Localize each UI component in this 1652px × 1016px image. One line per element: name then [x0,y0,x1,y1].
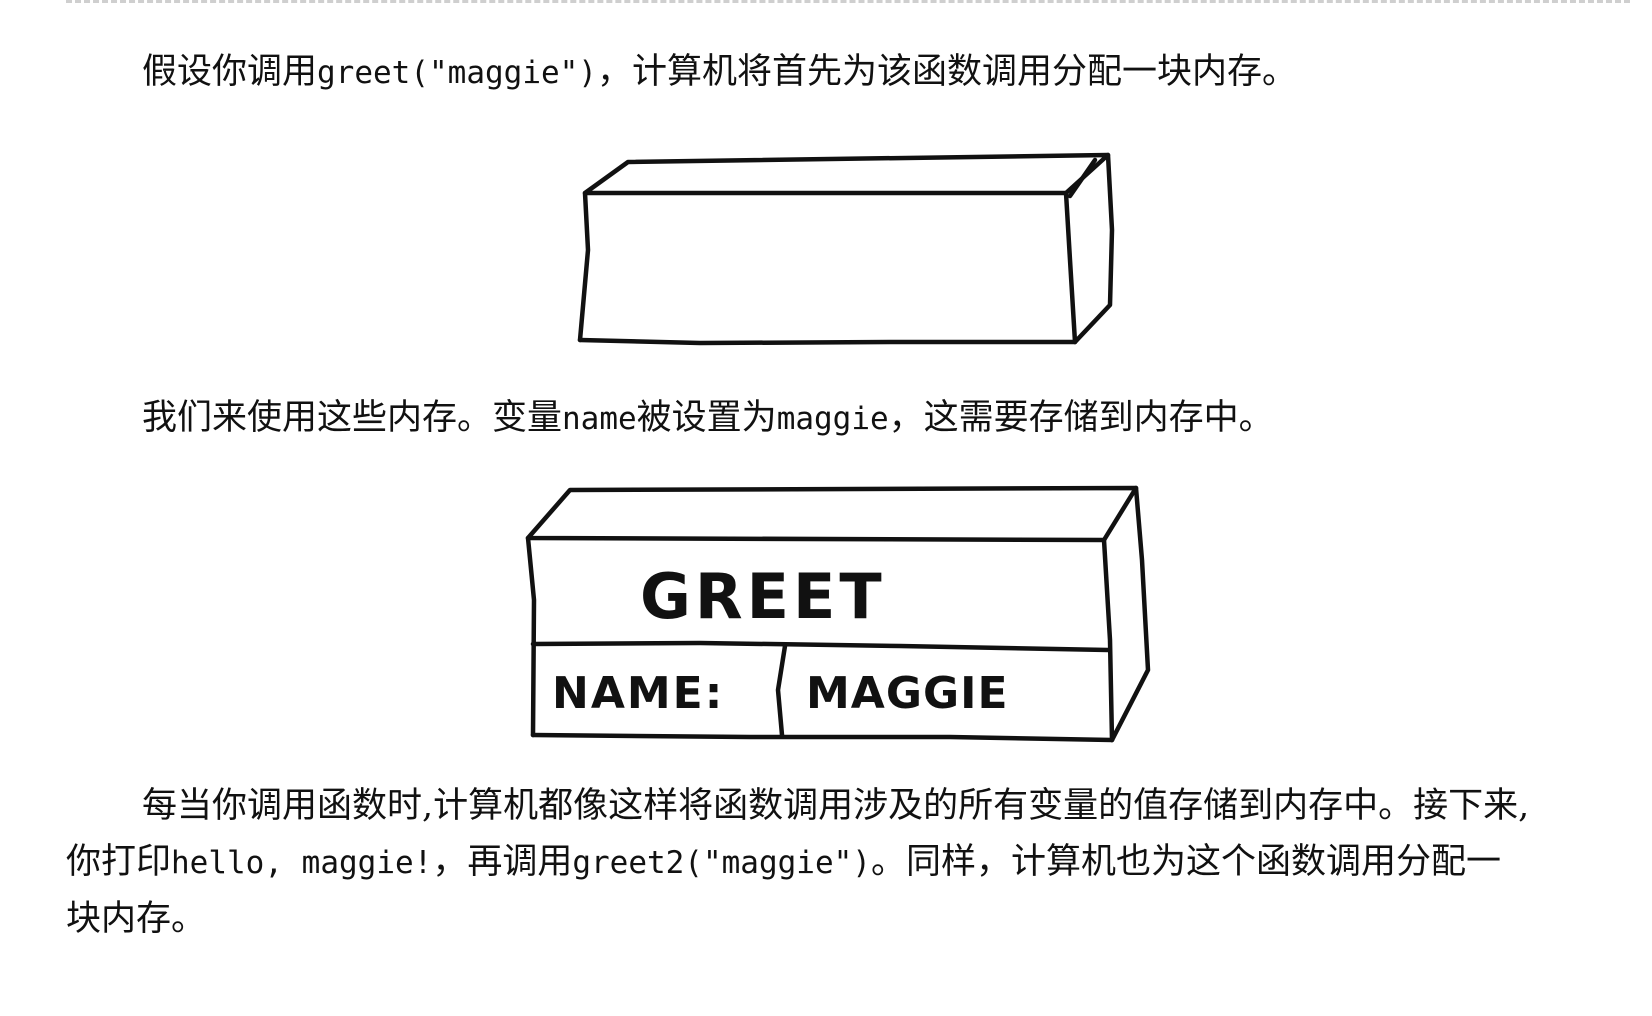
text-segment: 假设你调用 [142,52,318,92]
empty-box-drawing [577,152,1115,346]
text-segment: 。同样，计算机也为这个函数调用分配一 [870,842,1501,882]
paragraph-line-2: 你打印hello, maggie!，再调用greet2("maggie")。同样… [66,834,1626,891]
greet-label: GREET [640,560,886,633]
text-segment: ，计算机将首先为该函数调用分配一块内存。 [596,52,1297,92]
text-segment: 被设置为 [636,398,777,438]
top-dashed-rule [66,0,1630,3]
code-greet2-maggie: greet2("maggie") [572,845,871,881]
paragraph-greet-call: 假设你调用greet("maggie")，计算机将首先为该函数调用分配一块内存。 [142,44,1297,101]
paragraph-line-3: 块内存。 [66,899,207,939]
paragraph-line-1: 每当你调用函数时,计算机都像这样将函数调用涉及的所有变量的值存储到内存中。接下来… [142,786,1530,826]
code-name: name [562,401,637,437]
code-greet-maggie: greet("maggie") [317,55,597,91]
greet-box-drawing [525,485,1151,743]
text-segment: ，再调用 [432,842,573,882]
paragraph-call-stack-explanation: 每当你调用函数时,计算机都像这样将函数调用涉及的所有变量的值存储到内存中。接下来… [66,778,1626,947]
text-segment: 我们来使用这些内存。变量 [142,398,563,438]
text-segment: ，这需要存储到内存中。 [888,398,1274,438]
text-segment: 你打印 [66,842,172,882]
maggie-value: MAGGIE [806,668,1009,719]
paragraph-name-variable: 我们来使用这些内存。变量name被设置为maggie，这需要存储到内存中。 [142,390,1274,447]
code-maggie: maggie [776,401,889,437]
code-hello-maggie: hello, maggie! [171,845,433,881]
name-label: NAME: [552,668,724,719]
